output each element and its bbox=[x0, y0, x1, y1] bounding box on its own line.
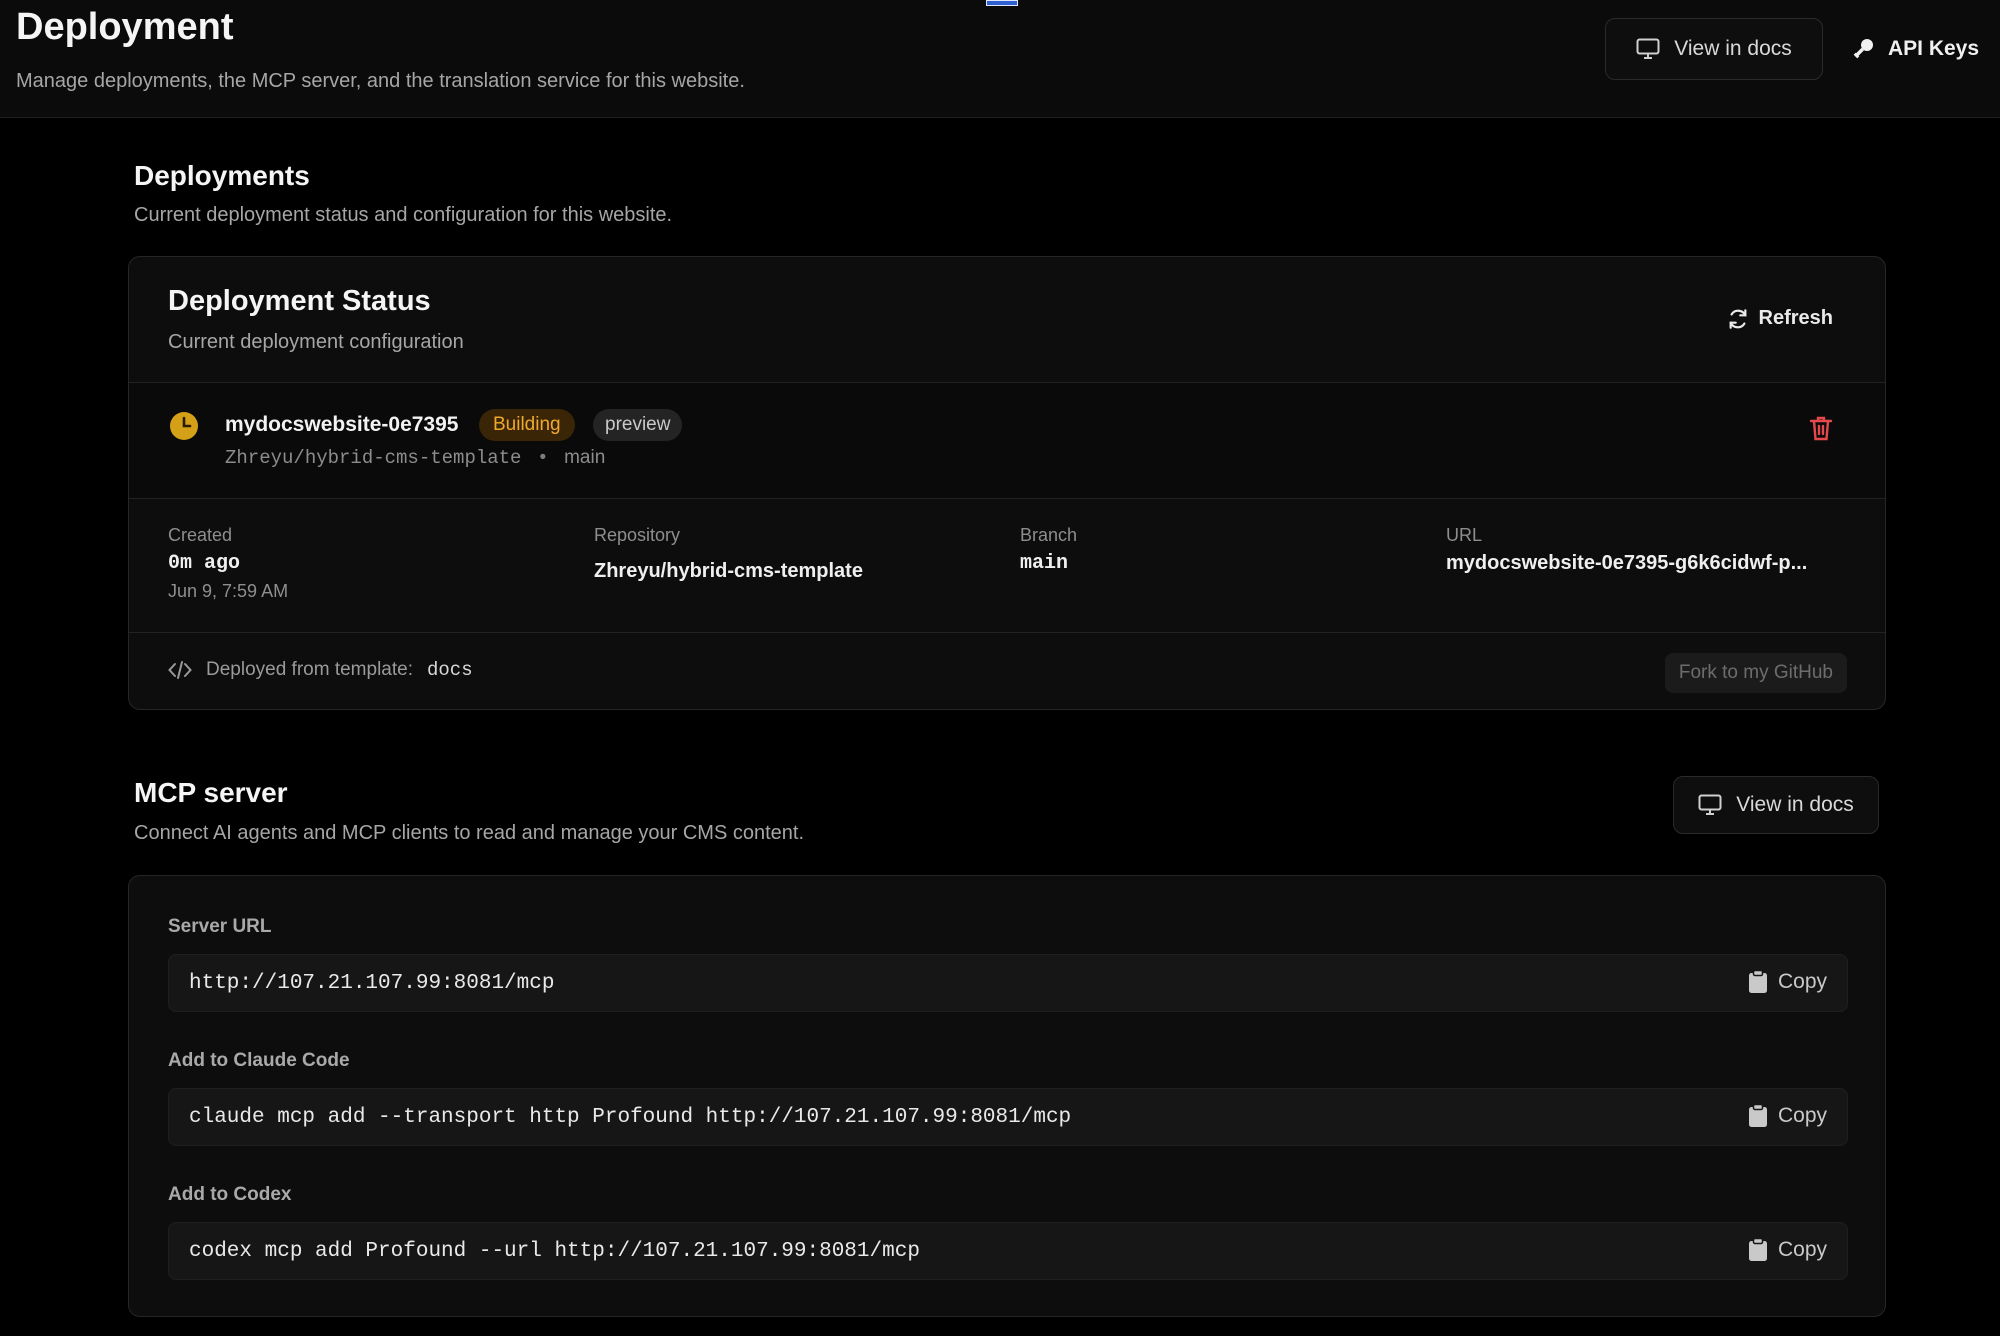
page-header: Deployment Manage deployments, the MCP s… bbox=[0, 0, 2000, 118]
copy-server-url-button[interactable]: Copy bbox=[1748, 970, 1827, 994]
copy-claude-code-button[interactable]: Copy bbox=[1748, 1104, 1827, 1128]
copy-label: Copy bbox=[1777, 1104, 1827, 1127]
mcp-view-in-docs-button[interactable]: View in docs bbox=[1673, 776, 1879, 834]
refresh-button[interactable]: Refresh bbox=[1727, 307, 1833, 330]
key-icon bbox=[1853, 39, 1873, 59]
codex-box: codex mcp add Profound --url http://107.… bbox=[168, 1222, 1848, 1280]
mcp-server-card: Server URL http://107.21.107.99:8081/mcp… bbox=[128, 875, 1886, 1317]
codex-command[interactable]: codex mcp add Profound --url http://107.… bbox=[189, 1240, 920, 1263]
server-url-box: http://107.21.107.99:8081/mcp Copy bbox=[168, 954, 1848, 1012]
monitor-icon bbox=[1636, 38, 1660, 59]
refresh-label: Refresh bbox=[1758, 307, 1833, 329]
refresh-icon bbox=[1729, 308, 1746, 329]
meta-branch: Branch main bbox=[1020, 525, 1077, 575]
url-label: URL bbox=[1446, 525, 1483, 545]
environment-badge: preview bbox=[593, 409, 683, 441]
meta-repository: Repository Zhreyu/hybrid-cms-template bbox=[594, 525, 863, 583]
template-info: Deployed from template: docs bbox=[168, 659, 473, 681]
deployments-section-title: Deployments bbox=[134, 160, 310, 191]
fork-to-github-button[interactable]: Fork to my GitHub bbox=[1664, 653, 1847, 693]
status-badge: Building bbox=[479, 409, 575, 441]
page-title: Deployment bbox=[16, 6, 234, 48]
view-in-docs-button[interactable]: View in docs bbox=[1605, 18, 1823, 80]
codex-label: Add to Codex bbox=[168, 1184, 292, 1205]
copy-label: Copy bbox=[1777, 1238, 1827, 1261]
claude-code-label: Add to Claude Code bbox=[168, 1050, 350, 1071]
deployment-status-card: Deployment Status Current deployment con… bbox=[128, 256, 1886, 710]
deployment-branch: main bbox=[564, 447, 606, 468]
clipboard-icon bbox=[1748, 1104, 1767, 1127]
server-url-label: Server URL bbox=[168, 916, 272, 937]
trash-icon[interactable] bbox=[1809, 415, 1833, 441]
created-label: Created bbox=[168, 525, 233, 545]
mcp-view-in-docs-label: View in docs bbox=[1736, 793, 1854, 816]
meta-created: Created 0m ago Jun 9, 7:59 AM bbox=[168, 525, 288, 602]
top-indicator bbox=[986, 0, 1018, 6]
clipboard-icon bbox=[1748, 1238, 1767, 1261]
repository-value: Zhreyu/hybrid-cms-template bbox=[594, 560, 863, 582]
mcp-section-description: Connect AI agents and MCP clients to rea… bbox=[134, 822, 805, 844]
created-date: Jun 9, 7:59 AM bbox=[168, 581, 289, 601]
api-keys-button[interactable]: API Keys bbox=[1852, 18, 2000, 80]
api-keys-label: API Keys bbox=[1888, 37, 1980, 60]
page-subtitle: Manage deployments, the MCP server, and … bbox=[16, 70, 745, 92]
url-value[interactable]: mydocswebsite-0e7395-g6k6cidwf-p... bbox=[1446, 552, 1807, 575]
branch-value: main bbox=[1020, 552, 1069, 575]
deployment-status-header: Deployment Status Current deployment con… bbox=[129, 257, 1885, 383]
deployment-repo: Zhreyu/hybrid-cms-template bbox=[225, 447, 522, 469]
template-row: Deployed from template: docs Fork to my … bbox=[129, 633, 1885, 709]
monitor-icon bbox=[1698, 794, 1722, 815]
claude-code-command[interactable]: claude mcp add --transport http Profound… bbox=[189, 1106, 1071, 1129]
server-url-value[interactable]: http://107.21.107.99:8081/mcp bbox=[189, 972, 554, 995]
deployment-row: mydocswebsite-0e7395 Building preview Zh… bbox=[129, 383, 1885, 499]
template-prefix: Deployed from template: bbox=[206, 659, 413, 680]
deployment-source: Zhreyu/hybrid-cms-template • main bbox=[225, 447, 605, 469]
deployment-meta: Created 0m ago Jun 9, 7:59 AM Repository… bbox=[129, 499, 1885, 633]
template-name: docs bbox=[427, 659, 473, 681]
deployment-status-title: Deployment Status bbox=[168, 285, 431, 317]
claude-code-box: claude mcp add --transport http Profound… bbox=[168, 1088, 1848, 1146]
clock-icon bbox=[170, 412, 198, 440]
meta-url: URL mydocswebsite-0e7395-g6k6cidwf-p... bbox=[1446, 525, 1807, 575]
deployment-status-description: Current deployment configuration bbox=[168, 331, 464, 353]
code-icon bbox=[168, 661, 192, 679]
copy-codex-button[interactable]: Copy bbox=[1748, 1238, 1827, 1262]
mcp-section-title: MCP server bbox=[134, 777, 288, 808]
branch-label: Branch bbox=[1020, 525, 1078, 545]
deployment-name: mydocswebsite-0e7395 bbox=[225, 413, 459, 436]
view-in-docs-label: View in docs bbox=[1674, 37, 1792, 60]
repository-label: Repository bbox=[594, 525, 681, 545]
deployments-section-description: Current deployment status and configurat… bbox=[134, 204, 673, 226]
separator-dot: • bbox=[539, 447, 547, 468]
copy-label: Copy bbox=[1777, 970, 1827, 993]
clipboard-icon bbox=[1748, 970, 1767, 993]
created-value: 0m ago bbox=[168, 552, 241, 575]
